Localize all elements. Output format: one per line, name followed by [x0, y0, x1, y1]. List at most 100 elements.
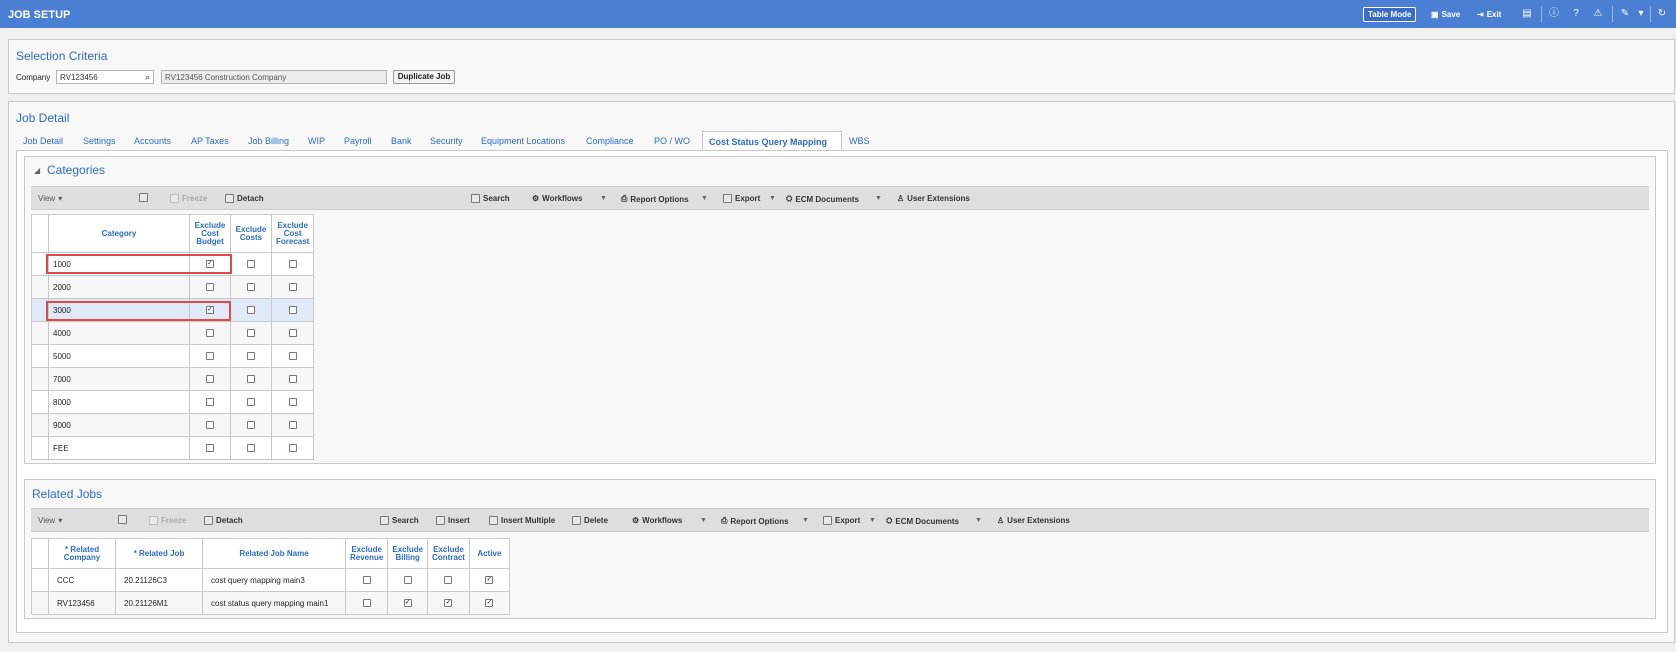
tab-job-detail[interactable]: Job Detail [23, 136, 63, 146]
active-cell[interactable]: ✓ [468, 568, 510, 592]
col-exclude-billing[interactable]: Exclude Billing [387, 538, 429, 569]
related-job-cell[interactable]: 20.21126C3 [115, 568, 203, 592]
table-row[interactable]: 9000 [31, 413, 315, 437]
save-button[interactable]: ▣ Save [1431, 7, 1460, 22]
tab-job-billing[interactable]: Job Billing [248, 136, 289, 146]
row-header[interactable] [31, 321, 49, 345]
checkbox[interactable] [247, 283, 255, 292]
active-cell[interactable]: ✓ [468, 591, 510, 615]
billing-cell[interactable] [387, 568, 429, 592]
col-exclude-costs[interactable]: Exclude Costs [230, 214, 272, 253]
checkbox[interactable] [288, 444, 297, 453]
freeze-button[interactable]: Freeze [170, 194, 207, 203]
related-job-name-cell[interactable]: cost status query mapping main1 [202, 591, 346, 615]
tab-accounts[interactable]: Accounts [134, 136, 171, 146]
exclude-forecast-cell[interactable] [270, 321, 315, 345]
row-header[interactable] [31, 367, 49, 391]
checkbox[interactable] [247, 398, 255, 407]
exclude-costs-cell[interactable] [230, 321, 272, 345]
checkbox[interactable] [444, 576, 453, 585]
col-related-job-name[interactable]: Related Job Name [202, 538, 346, 569]
exit-button[interactable]: ⇥ Exit [1477, 7, 1501, 22]
ecm-documents-button[interactable]: ⛭ ECM Documents [786, 194, 859, 204]
search-button[interactable]: Search [471, 194, 510, 203]
checkbox[interactable] [206, 398, 214, 407]
checkbox[interactable] [288, 421, 297, 430]
checkbox[interactable] [206, 352, 214, 361]
freeze-button[interactable]: Freeze [149, 516, 186, 525]
view-menu[interactable]: View ▾ [38, 194, 62, 203]
checkbox[interactable] [206, 421, 214, 430]
checkbox[interactable]: ✓ [485, 576, 494, 585]
checkbox[interactable] [288, 306, 297, 315]
warning-icon[interactable]: ⚠ [1592, 8, 1604, 20]
checkbox[interactable] [247, 421, 255, 430]
row-header[interactable] [31, 275, 49, 299]
column-settings-icon[interactable] [139, 193, 148, 202]
table-row[interactable]: CCC 20.21126C3 cost query mapping main3 ✓ [31, 568, 510, 592]
table-row[interactable]: 8000 [31, 390, 315, 414]
layout-icon[interactable]: ▤ [1521, 8, 1533, 20]
tab-security[interactable]: Security [430, 136, 463, 146]
exclude-budget-cell[interactable] [189, 275, 231, 299]
checkbox[interactable]: ✓ [403, 599, 412, 608]
tab-compliance[interactable]: Compliance [586, 136, 634, 146]
report-options-button[interactable]: ⎙ Report Options [621, 194, 689, 204]
export-button[interactable]: Export [823, 516, 860, 525]
exclude-budget-cell[interactable] [189, 344, 231, 368]
checkbox[interactable]: ✓ [485, 599, 494, 608]
ecm-documents-button[interactable]: ⛭ ECM Documents [886, 516, 959, 526]
table-row[interactable]: 2000 [31, 275, 315, 299]
col-exclude-contract[interactable]: Exclude Contract [427, 538, 470, 569]
collapse-icon[interactable]: ◢ [34, 166, 40, 175]
help-icon[interactable]: ? [1570, 8, 1582, 20]
checkbox[interactable] [206, 283, 214, 292]
chevron-down-icon[interactable]: ▼ [875, 195, 882, 202]
exclude-costs-cell[interactable] [230, 367, 272, 391]
checkbox[interactable] [247, 260, 255, 269]
related-job-name-cell[interactable]: cost query mapping main3 [202, 568, 346, 592]
exclude-forecast-cell[interactable] [270, 344, 315, 368]
checkbox[interactable] [288, 352, 297, 361]
checkbox[interactable] [362, 599, 371, 608]
exclude-costs-cell[interactable] [230, 275, 272, 299]
view-menu[interactable]: View ▾ [38, 516, 62, 525]
table-row[interactable]: 5000 [31, 344, 315, 368]
row-header[interactable] [31, 413, 49, 437]
chevron-down-icon[interactable]: ▼ [975, 517, 982, 524]
table-row[interactable]: FEE [31, 436, 315, 460]
chevron-down-icon[interactable]: ▼ [802, 517, 809, 524]
checkbox[interactable] [288, 283, 297, 292]
tab-ap-taxes[interactable]: AP Taxes [191, 136, 229, 146]
delete-button[interactable]: Delete [572, 516, 608, 525]
tab-settings[interactable]: Settings [83, 136, 116, 146]
revenue-cell[interactable] [344, 591, 389, 615]
checkbox[interactable] [288, 375, 297, 384]
table-row[interactable]: RV123456 20.21126M1 cost status query mapp… [31, 591, 510, 615]
exclude-forecast-cell[interactable] [270, 298, 315, 322]
col-exclude-revenue[interactable]: Exclude Revenue [344, 538, 389, 569]
exclude-costs-cell[interactable] [230, 390, 272, 414]
row-header[interactable] [31, 390, 49, 414]
export-button[interactable]: Export [723, 194, 760, 203]
exclude-costs-cell[interactable] [230, 413, 272, 437]
checkbox[interactable] [247, 352, 255, 361]
insert-button[interactable]: Insert [436, 516, 470, 525]
report-options-button[interactable]: ⎙ Report Options [721, 516, 789, 526]
user-extensions-button[interactable]: ♙ User Extensions [997, 516, 1070, 525]
related-company-cell[interactable]: CCC [48, 568, 116, 592]
detach-button[interactable]: Detach [204, 516, 243, 525]
billing-cell[interactable]: ✓ [387, 591, 429, 615]
col-active[interactable]: Active [468, 538, 510, 569]
chevron-down-icon[interactable]: ▼ [869, 517, 876, 524]
category-cell[interactable]: 4000 [48, 321, 190, 345]
revenue-cell[interactable] [344, 568, 389, 592]
category-cell[interactable]: 2000 [48, 275, 190, 299]
checkbox[interactable] [206, 375, 214, 384]
tab-equipment-locations[interactable]: Equipment Locations [481, 136, 565, 146]
search-icon[interactable]: ⌕ [145, 72, 150, 83]
contract-cell[interactable] [427, 568, 470, 592]
col-related-job[interactable]: * Related Job [115, 538, 203, 569]
related-company-cell[interactable]: RV123456 [48, 591, 116, 615]
related-job-cell[interactable]: 20.21126M1 [115, 591, 203, 615]
